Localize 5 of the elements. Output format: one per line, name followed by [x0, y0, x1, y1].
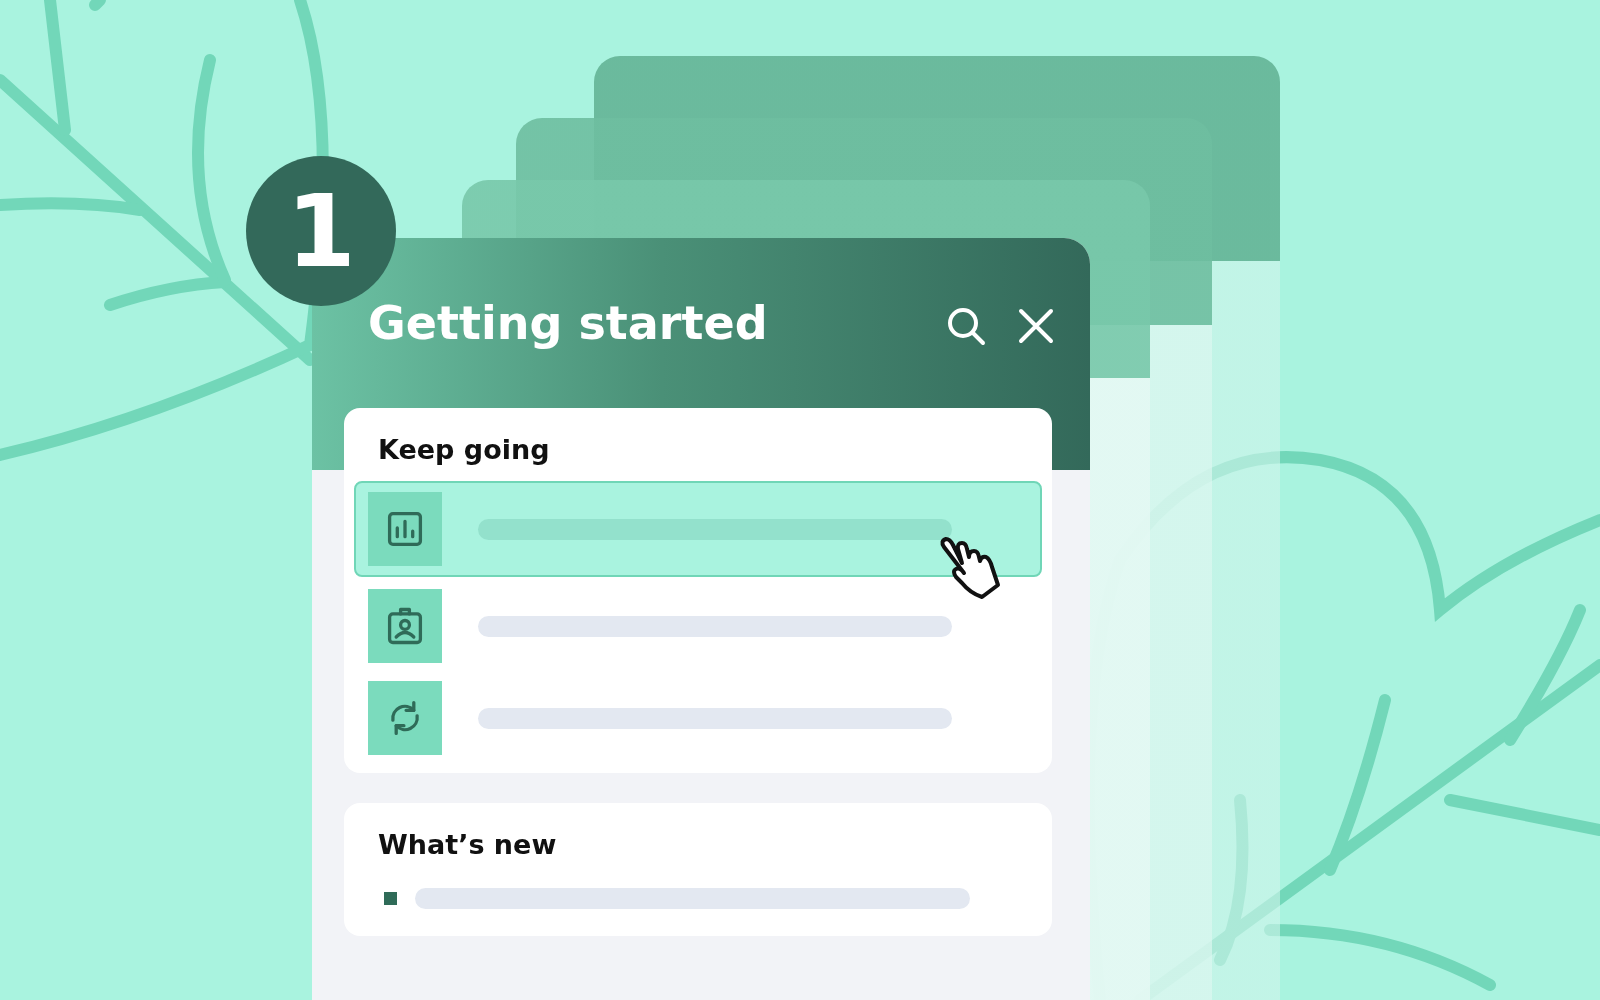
section-title: What’s new	[377, 829, 558, 860]
search-icon[interactable]	[946, 306, 986, 346]
bullet-icon	[384, 891, 397, 905]
close-icon[interactable]	[1016, 306, 1056, 346]
section-title: Keep going	[377, 434, 551, 465]
